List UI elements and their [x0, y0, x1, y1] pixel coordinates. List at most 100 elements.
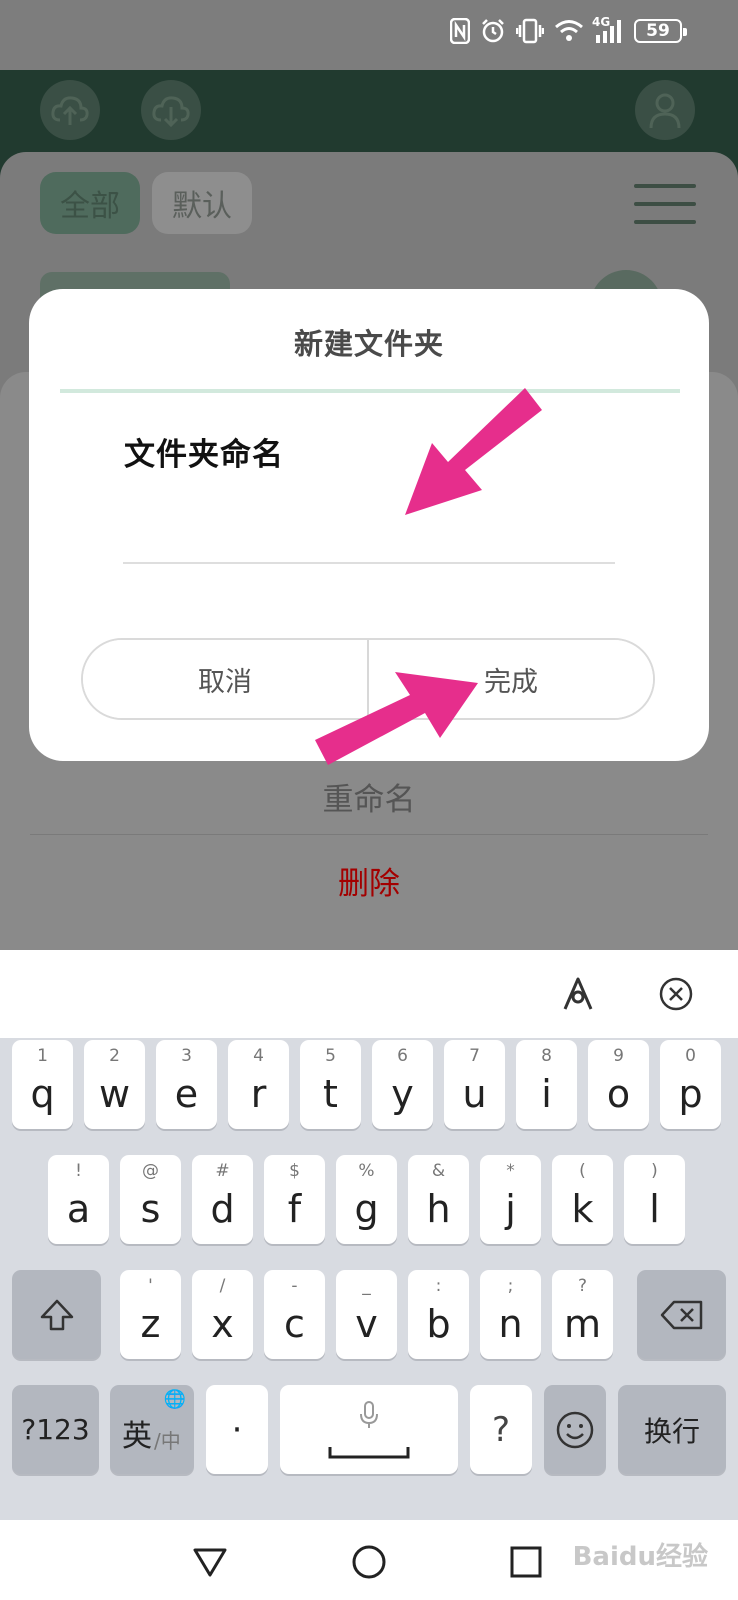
upload-cloud-icon: [51, 96, 89, 125]
user-button[interactable]: [635, 80, 695, 140]
key-hint: ;: [507, 1276, 514, 1296]
tab-all[interactable]: 全部: [40, 172, 140, 234]
key-o[interactable]: 9o: [588, 1040, 649, 1129]
download-button[interactable]: [141, 80, 201, 140]
dialog-title: 新建文件夹: [293, 327, 444, 361]
key-hint: @: [142, 1161, 159, 1181]
key-label: h: [426, 1187, 451, 1231]
key-label: f: [287, 1187, 302, 1231]
key-p[interactable]: 0p: [660, 1040, 721, 1129]
home-circle-icon: [352, 1545, 386, 1579]
key-n[interactable]: ; n: [480, 1270, 541, 1359]
key-u[interactable]: 7u: [444, 1040, 505, 1129]
dot-key[interactable]: ·: [206, 1385, 268, 1474]
key-k[interactable]: (k: [552, 1155, 613, 1244]
key-f[interactable]: $ f: [264, 1155, 325, 1244]
key-i[interactable]: 8i: [516, 1040, 577, 1129]
key-hint: ?: [577, 1276, 588, 1296]
key-g[interactable]: % g: [336, 1155, 397, 1244]
title-divider: [60, 389, 680, 393]
question-key[interactable]: ?: [470, 1385, 532, 1474]
wifi-icon: [555, 20, 583, 41]
key-label: x: [211, 1302, 234, 1346]
key-y[interactable]: 6y: [372, 1040, 433, 1129]
backspace-key-glyph: [637, 1270, 726, 1359]
key-label: a: [66, 1187, 91, 1231]
key-w[interactable]: 2w: [84, 1040, 145, 1129]
key-r[interactable]: 4r: [228, 1040, 289, 1129]
alarm-icon: [482, 19, 504, 43]
key-t[interactable]: 5t: [300, 1040, 361, 1129]
folder-name-input[interactable]: [123, 494, 615, 564]
key-label: m: [563, 1302, 602, 1346]
space-icon: [328, 1447, 410, 1459]
rename-option[interactable]: 重命名: [0, 774, 738, 819]
key-hint: &: [431, 1161, 446, 1181]
key-x[interactable]: / x: [192, 1270, 253, 1359]
emoji-key[interactable]: [544, 1385, 606, 1474]
tab-default-label: 默认: [172, 189, 232, 224]
battery-level: 59: [646, 21, 670, 41]
key-h[interactable]: & h: [408, 1155, 469, 1244]
key-hint: $: [289, 1161, 300, 1181]
home-button[interactable]: [347, 1540, 391, 1584]
key-label: u: [462, 1072, 487, 1116]
key-label: y: [391, 1072, 414, 1116]
key-hint: 4: [253, 1046, 264, 1066]
key-hint: ': [148, 1276, 153, 1296]
key-v[interactable]: _ v: [336, 1270, 397, 1359]
nfc-icon: [450, 18, 470, 44]
user-icon: [649, 93, 681, 129]
key-e[interactable]: 3e: [156, 1040, 217, 1129]
tab-default[interactable]: 默认: [152, 172, 252, 234]
key-hint: 6: [397, 1046, 408, 1066]
backspace-icon: [660, 1300, 702, 1329]
key-hint: 8: [541, 1046, 552, 1066]
key-d[interactable]: # d: [192, 1155, 253, 1244]
key-label: t: [323, 1072, 338, 1116]
emoji-icon: [556, 1411, 594, 1448]
enter-key-label: 换行: [643, 1414, 700, 1448]
key-label: s: [140, 1187, 161, 1231]
numbers-key[interactable]: ?123: [12, 1385, 99, 1474]
language-sub-label: /中: [154, 1429, 181, 1453]
back-button[interactable]: [188, 1540, 232, 1584]
cancel-button[interactable]: 取消: [83, 640, 367, 718]
shift-key[interactable]: [12, 1270, 101, 1359]
back-triangle-icon: [193, 1548, 227, 1577]
key-s[interactable]: @ s: [120, 1155, 181, 1244]
upload-button[interactable]: [40, 80, 100, 140]
delete-option[interactable]: 删除: [0, 858, 738, 903]
menu-icon[interactable]: [634, 184, 696, 224]
done-button[interactable]: 完成: [369, 640, 653, 718]
key-b[interactable]: :b: [408, 1270, 469, 1359]
close-keyboard-button[interactable]: [654, 972, 698, 1016]
dot-key-label: ·: [231, 1409, 243, 1450]
numbers-key-label: ?123: [21, 1413, 90, 1446]
key-z[interactable]: ' z: [120, 1270, 181, 1359]
network-type-label: 4G: [592, 15, 611, 29]
language-switch-key[interactable]: 🌐 英 /中: [110, 1385, 194, 1474]
key-label: b: [426, 1302, 451, 1346]
key-c[interactable]: -c: [264, 1270, 325, 1359]
key-l[interactable]: ) l: [624, 1155, 685, 1244]
status-bar: 4G 59: [0, 0, 738, 70]
key-hint: /: [219, 1276, 226, 1296]
recents-button[interactable]: [504, 1540, 548, 1584]
key-a[interactable]: ! a: [48, 1155, 109, 1244]
key-label: n: [498, 1302, 523, 1346]
language-label: 英: [122, 1419, 152, 1454]
navigation-bar: Baidu经验: [0, 1520, 738, 1600]
key-j[interactable]: * j: [480, 1155, 541, 1244]
key-hint: #: [215, 1161, 230, 1181]
key-m[interactable]: ? m: [552, 1270, 613, 1359]
key-hint: 7: [469, 1046, 480, 1066]
key-label: z: [140, 1302, 161, 1346]
key-q[interactable]: 1q: [12, 1040, 73, 1129]
space-key[interactable]: [280, 1385, 458, 1474]
enter-key[interactable]: 换行: [618, 1385, 726, 1474]
key-label: q: [30, 1072, 55, 1116]
voice-assistant-button[interactable]: [556, 972, 600, 1016]
key-hint: %: [358, 1161, 375, 1181]
backspace-key[interactable]: [637, 1270, 726, 1359]
